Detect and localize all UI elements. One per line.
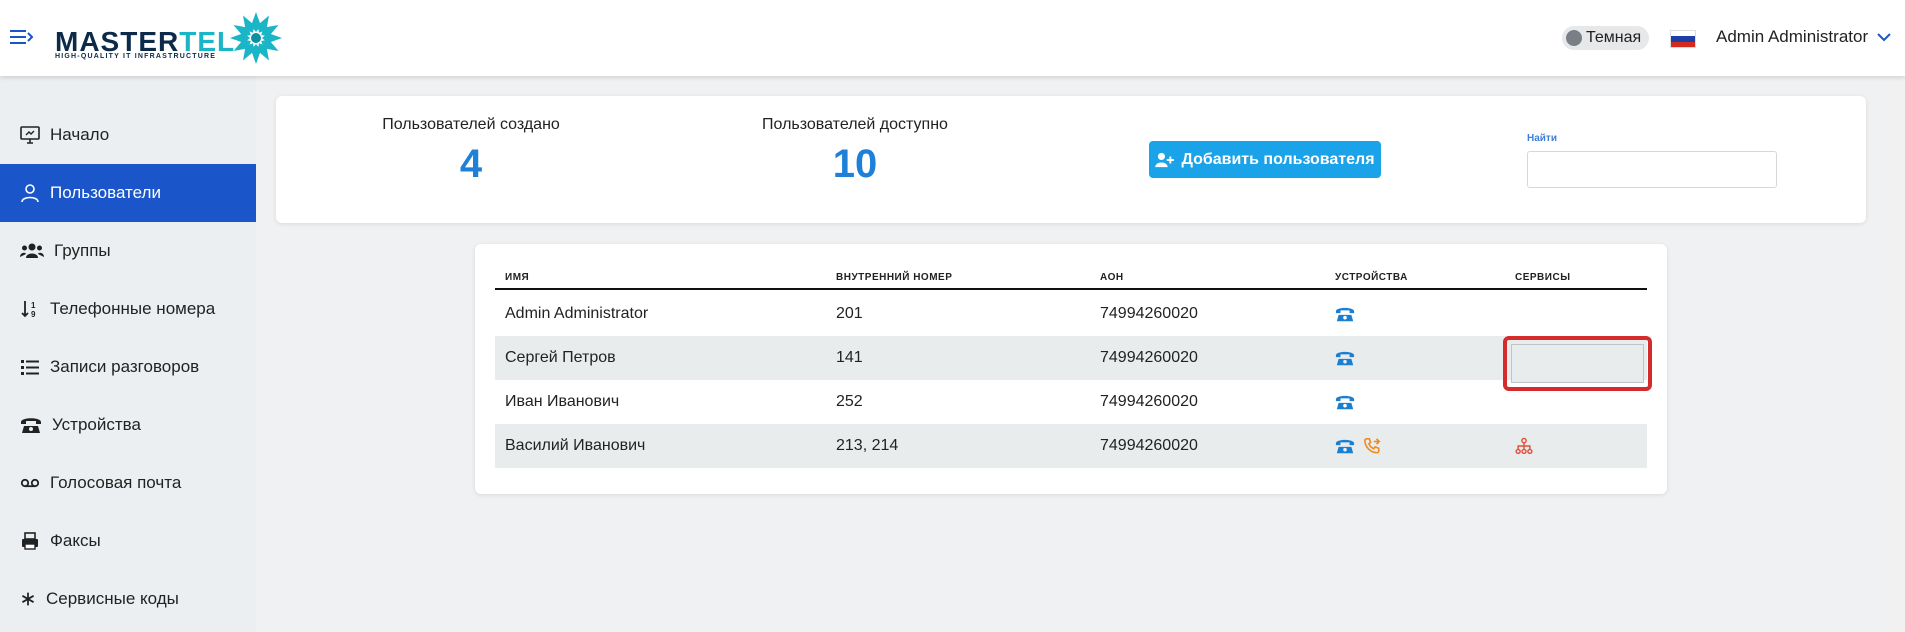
add-user-button[interactable]: Добавить пользователя [1149, 141, 1381, 178]
devices-cell [1335, 424, 1381, 468]
column-header-extension[interactable]: ВНУТРЕННИЙ НОМЕР [836, 272, 952, 283]
devices-cell [1335, 336, 1355, 380]
logo-tagline: HIGH-QUALITY IT INFRASTRUCTURE [55, 53, 217, 60]
voicemail-icon [20, 478, 40, 488]
scrollbar[interactable] [1889, 0, 1905, 632]
devices-cell [1335, 380, 1355, 424]
asterisk-icon [21, 592, 35, 606]
chevron-down-icon [1877, 33, 1891, 42]
list-icon [21, 360, 39, 375]
add-user-label: Добавить пользователя [1181, 150, 1375, 168]
svg-text:9: 9 [31, 310, 36, 319]
users-available-label: Пользователей доступно [762, 116, 948, 133]
fax-icon [22, 532, 38, 550]
sidebar-item-home[interactable]: Начало [0, 106, 256, 164]
sidebar-item-faxes[interactable]: Факсы [0, 512, 256, 570]
extension-cell: 201 [836, 305, 863, 322]
svg-text:1: 1 [31, 301, 36, 310]
sidebar-item-label: Устройства [52, 415, 141, 434]
table-row[interactable]: Василий Иванович 213, 214 74994260020 [495, 424, 1647, 468]
sidebar-item-devices[interactable]: Устройства [0, 396, 256, 454]
extension-cell: 213, 214 [836, 437, 899, 454]
add-user-icon [1155, 152, 1175, 167]
user-icon [21, 184, 39, 203]
desk-phone-icon[interactable] [1335, 436, 1355, 456]
empty-services-box [1511, 344, 1644, 383]
theme-toggle-label: Темная [1586, 29, 1642, 46]
sidebar-item-service-codes[interactable]: Сервисные коды [0, 570, 256, 628]
sidebar-item-label: Записи разговоров [50, 357, 200, 376]
users-available-stat: Пользователей доступно 10 [745, 116, 965, 187]
users-table-card: ИМЯ ВНУТРЕННИЙ НОМЕР АОН УСТРОЙСТВА СЕРВ… [475, 244, 1667, 494]
users-summary-card: Пользователей создано 4 Пользователей до… [276, 96, 1866, 223]
column-header-services[interactable]: СЕРВИСЫ [1515, 272, 1570, 283]
sidebar: Начало Пользователи Группы 19 Телефонные… [0, 76, 256, 632]
monitor-icon [20, 126, 40, 144]
users-created-value: 4 [459, 142, 483, 186]
column-header-devices[interactable]: УСТРОЙСТВА [1335, 272, 1408, 283]
caller-id-cell: 74994260020 [1100, 393, 1198, 410]
sort-numbers-icon: 19 [21, 301, 36, 319]
hierarchy-icon[interactable] [1515, 437, 1533, 455]
sidebar-item-label: Группы [54, 241, 111, 260]
user-name: Admin Administrator [1716, 27, 1869, 46]
sidebar-item-voicemail[interactable]: Голосовая почта [0, 454, 256, 512]
user-name-cell: Сергей Петров [505, 349, 616, 366]
table-row[interactable]: Сергей Петров 141 74994260020 [495, 336, 1647, 380]
sidebar-item-label: Пользователи [50, 183, 161, 202]
desk-phone-icon[interactable] [1335, 392, 1355, 412]
sidebar-item-label: Телефонные номера [50, 299, 216, 318]
table-row[interactable]: Admin Administrator 201 74994260020 [495, 292, 1647, 336]
top-header: MASTERTEL HIGH-QUALITY IT INFRASTRUCTURE [0, 0, 1905, 76]
users-group-icon [20, 243, 44, 258]
sidebar-item-label: Начало [50, 125, 110, 144]
table-header: ИМЯ ВНУТРЕННИЙ НОМЕР АОН УСТРОЙСТВА СЕРВ… [495, 272, 1647, 290]
sidebar-item-label: Сервисные коды [46, 589, 179, 608]
sidebar-item-call-recordings[interactable]: Записи разговоров [0, 338, 256, 396]
user-menu[interactable]: Admin Administrator [1716, 27, 1892, 47]
devices-cell [1335, 292, 1355, 336]
dark-theme-toggle[interactable]: Темная [1562, 26, 1650, 50]
caller-id-cell: 74994260020 [1100, 349, 1198, 366]
desk-phone-icon[interactable] [1335, 304, 1355, 324]
search-input[interactable] [1527, 151, 1777, 188]
extension-cell: 141 [836, 349, 863, 366]
sidebar-item-groups[interactable]: Группы [0, 222, 256, 280]
users-available-value: 10 [832, 142, 878, 186]
snowflake-logo-icon [230, 12, 282, 64]
phone-icon [21, 418, 41, 433]
user-name-cell: Василий Иванович [505, 437, 646, 454]
toggle-knob-icon [1566, 30, 1582, 46]
caller-id-cell: 74994260020 [1100, 437, 1198, 454]
user-name-cell: Иван Иванович [505, 393, 620, 410]
sidebar-item-users[interactable]: Пользователи [0, 164, 256, 222]
desk-phone-icon[interactable] [1335, 348, 1355, 368]
sidebar-item-label: Факсы [50, 531, 101, 550]
search-label: Найти [1527, 133, 1557, 144]
user-name-cell: Admin Administrator [505, 305, 649, 322]
sidebar-item-label: Голосовая почта [50, 473, 182, 492]
users-created-stat: Пользователей создано 4 [366, 116, 576, 187]
menu-toggle-icon[interactable] [10, 27, 34, 47]
call-forward-icon[interactable] [1363, 437, 1381, 455]
column-header-name[interactable]: ИМЯ [505, 272, 529, 283]
column-header-caller-id[interactable]: АОН [1100, 272, 1124, 283]
services-cell [1515, 424, 1533, 468]
table-row[interactable]: Иван Иванович 252 74994260020 [495, 380, 1647, 424]
caller-id-cell: 74994260020 [1100, 305, 1198, 322]
russian-flag-icon[interactable] [1670, 30, 1696, 48]
highlighted-services-cell[interactable] [1503, 336, 1652, 391]
extension-cell: 252 [836, 393, 863, 410]
users-created-label: Пользователей создано [382, 116, 560, 133]
sidebar-item-phone-numbers[interactable]: 19 Телефонные номера [0, 280, 256, 338]
